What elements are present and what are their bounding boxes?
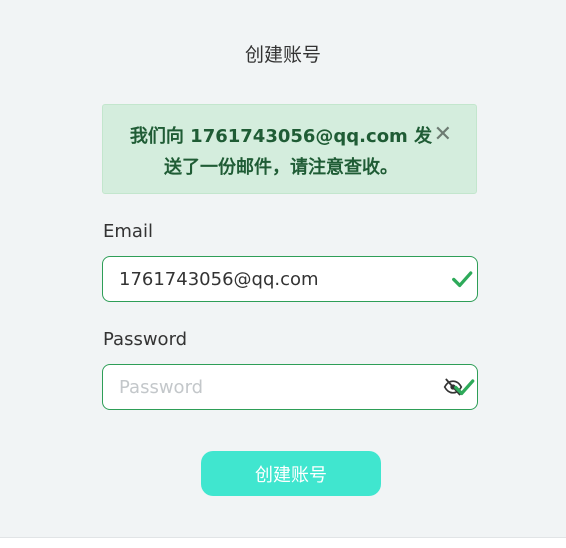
email-input[interactable] — [119, 265, 429, 293]
check-icon — [454, 379, 475, 396]
success-alert: 我们向 1761743056@qq.com 发送了一份邮件，请注意查收。 ✕ — [102, 104, 477, 194]
password-input[interactable] — [119, 373, 429, 401]
page-title: 创建账号 — [244, 44, 321, 66]
check-icon — [452, 271, 473, 288]
password-label: Password — [103, 329, 188, 350]
create-account-button[interactable]: 创建账号 — [201, 451, 381, 496]
email-field[interactable] — [102, 256, 478, 302]
footer-divider — [0, 537, 566, 548]
password-field[interactable] — [102, 364, 478, 410]
create-account-page: 创建账号 我们向 1761743056@qq.com 发送了一份邮件，请注意查收… — [0, 0, 566, 537]
close-icon[interactable]: ✕ — [434, 124, 452, 146]
alert-message: 我们向 1761743056@qq.com 发送了一份邮件，请注意查收。 — [129, 126, 433, 178]
email-label: Email — [103, 221, 153, 242]
